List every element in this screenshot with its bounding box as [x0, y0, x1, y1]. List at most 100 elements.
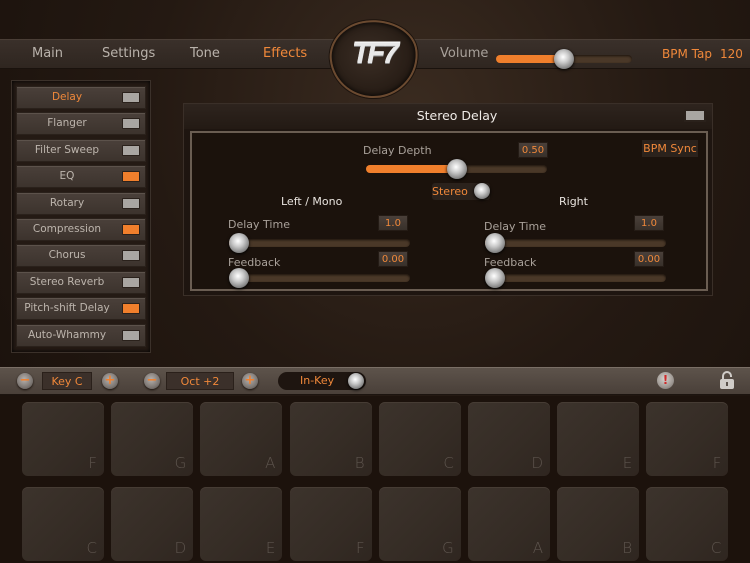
note-pad[interactable]: C [378, 402, 461, 476]
in-key-toggle-knob[interactable] [348, 373, 364, 389]
effect-toggle-led[interactable] [122, 171, 140, 183]
bpm-sync-button[interactable]: BPM Sync [642, 140, 698, 157]
left-delay-time-label: Delay Time [228, 218, 290, 231]
bpm-value: 120 [720, 47, 743, 61]
unlock-icon[interactable] [716, 369, 738, 391]
key-display: Key C [42, 372, 92, 390]
right-feedback-slider[interactable] [485, 274, 666, 282]
effect-item-label: Flanger [47, 117, 87, 130]
note-pad[interactable]: F [22, 402, 104, 476]
effect-toggle-led[interactable] [122, 92, 140, 103]
effect-panel-title: Stereo Delay [416, 108, 498, 123]
right-heading: Right [559, 195, 588, 208]
stereo-label: Stereo [432, 185, 468, 198]
right-feedback-label: Feedback [484, 256, 537, 269]
effect-item-label: Auto-Whammy [27, 328, 107, 341]
effect-toggle-led[interactable] [122, 197, 140, 209]
left-delay-time-slider-handle[interactable] [229, 233, 249, 253]
right-delay-time-slider[interactable] [485, 239, 666, 247]
volume-label: Volume [440, 46, 489, 61]
right-delay-time-value: 1.0 [634, 215, 664, 231]
effect-toggle-led[interactable] [122, 329, 140, 341]
effect-item-chorus[interactable]: Chorus [16, 244, 146, 268]
note-pad[interactable]: F [646, 402, 729, 476]
effect-toggle-led[interactable] [122, 144, 140, 156]
bpm-tap-button[interactable]: BPM Tap [662, 47, 712, 61]
effect-toggle-led[interactable] [122, 250, 140, 262]
right-delay-time-label: Delay Time [484, 220, 546, 233]
note-pad[interactable]: A [200, 402, 283, 476]
left-feedback-label: Feedback [228, 256, 281, 269]
note-pad[interactable]: A [468, 487, 550, 561]
pad-note-label: F [355, 539, 365, 557]
pad-note-label: A [532, 539, 543, 557]
pad-note-label: E [622, 454, 633, 472]
effect-toggle-led[interactable] [122, 224, 140, 235]
pad-note-label: G [174, 454, 187, 472]
tab-settings[interactable]: Settings [102, 46, 155, 61]
tab-effects[interactable]: Effects [263, 46, 307, 61]
key-up-button[interactable]: + [102, 373, 118, 389]
effect-toggle-led[interactable] [122, 118, 140, 130]
pad-note-label: F [712, 454, 722, 472]
tab-tone[interactable]: Tone [190, 46, 220, 61]
left-feedback-value: 0.00 [378, 251, 408, 267]
note-pad[interactable]: E [200, 487, 283, 561]
pad-note-label: B [354, 454, 365, 472]
note-pad[interactable]: G [111, 402, 194, 476]
pad-note-label: C [710, 539, 722, 557]
effect-item-auto-whammy[interactable]: Auto-Whammy [16, 323, 146, 347]
key-down-button[interactable]: − [17, 373, 33, 389]
note-pad[interactable]: B [289, 402, 372, 476]
stereo-toggle-knob[interactable] [474, 183, 490, 199]
in-key-label: In-Key [300, 374, 335, 387]
effect-item-label: Rotary [49, 196, 85, 209]
effect-item-rotary[interactable]: Rotary [16, 191, 146, 215]
note-pad[interactable]: D [468, 402, 550, 476]
octave-display: Oct +2 [166, 372, 234, 390]
tab-main[interactable]: Main [32, 46, 63, 61]
octave-down-button[interactable]: − [144, 373, 160, 389]
right-delay-time-slider-handle[interactable] [485, 233, 505, 253]
left-delay-time-value: 1.0 [378, 215, 408, 231]
note-pad[interactable]: B [557, 487, 640, 561]
pad-note-label: C [443, 454, 454, 472]
pad-note-label: A [265, 454, 276, 472]
effect-item-label: Pitch-shift Delay [24, 302, 110, 315]
left-feedback-slider-handle[interactable] [229, 268, 249, 288]
effect-toggle-led[interactable] [122, 276, 140, 288]
pad-note-label: G [442, 539, 454, 557]
effect-item-label: Compression [32, 223, 102, 235]
effect-item-compression[interactable]: Compression [16, 218, 146, 241]
right-feedback-slider-handle[interactable] [485, 268, 505, 288]
right-feedback-value: 0.00 [634, 251, 664, 267]
left-feedback-slider[interactable] [229, 274, 410, 282]
delay-depth-slider-handle[interactable] [446, 159, 467, 179]
effect-item-flanger[interactable]: Flanger [16, 112, 146, 136]
alert-icon[interactable]: ! [657, 372, 674, 389]
left-delay-time-slider[interactable] [229, 239, 410, 247]
pad-note-label: D [174, 539, 187, 557]
note-pad[interactable]: G [378, 487, 461, 561]
volume-slider-handle[interactable] [554, 49, 574, 69]
effect-item-label: Filter Sweep [34, 143, 100, 156]
note-pad[interactable]: E [557, 402, 640, 476]
effect-item-delay[interactable]: Delay [16, 86, 146, 109]
effect-item-label: Stereo Reverb [29, 275, 105, 288]
delay-depth-label: Delay Depth [363, 144, 432, 157]
effect-enable-toggle[interactable] [684, 109, 706, 122]
octave-up-button[interactable]: + [242, 373, 258, 389]
note-pad[interactable]: C [22, 487, 104, 561]
effect-item-label: Delay [51, 91, 83, 103]
effect-item-pitch-shift-delay[interactable]: Pitch-shift Delay [16, 297, 146, 321]
effect-item-eq[interactable]: EQ [16, 165, 146, 189]
effect-item-label: EQ [59, 170, 75, 183]
effect-toggle-led[interactable] [122, 303, 140, 315]
effect-item-filter-sweep[interactable]: Filter Sweep [16, 138, 146, 162]
note-pad[interactable]: C [646, 487, 729, 561]
pad-note-label: F [88, 454, 97, 472]
note-pad[interactable]: D [111, 487, 194, 561]
effect-item-stereo-reverb[interactable]: Stereo Reverb [16, 270, 146, 294]
note-pad[interactable]: F [289, 487, 372, 561]
delay-depth-value: 0.50 [518, 142, 548, 158]
